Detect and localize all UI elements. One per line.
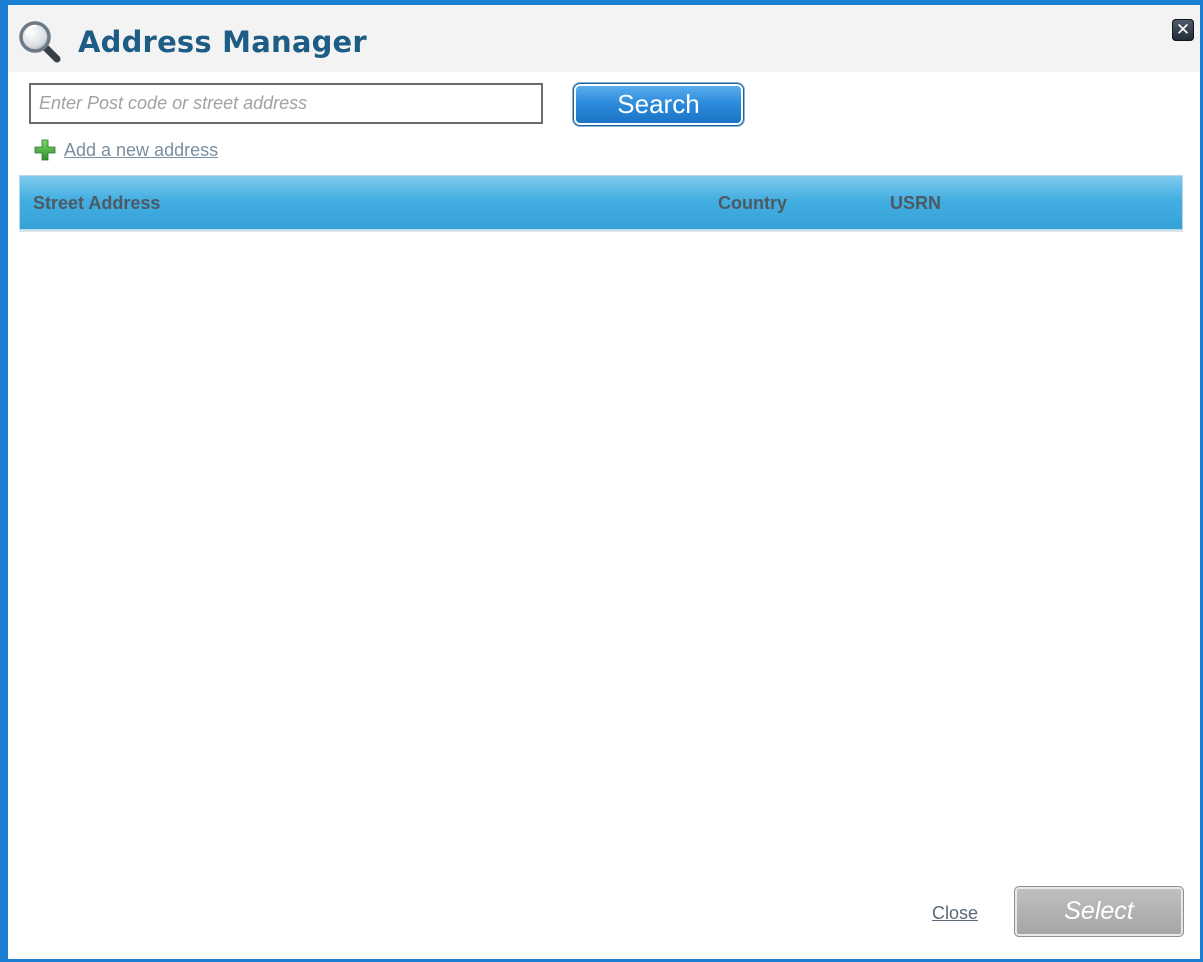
plus-icon (34, 139, 56, 161)
magnifier-icon (19, 21, 61, 63)
add-new-address-label: Add a new address (64, 139, 219, 160)
close-x-icon[interactable]: ✕ (1172, 19, 1194, 41)
select-button[interactable]: Select (1014, 886, 1184, 937)
results-table-header: Street Address Country USRN (19, 175, 1183, 230)
add-new-address-link[interactable]: Add a new address (34, 139, 218, 161)
close-x-glyph: ✕ (1175, 20, 1191, 39)
dialog-title: Address Manager (78, 25, 367, 59)
column-header-usrn[interactable]: USRN (890, 193, 941, 214)
column-header-street-address[interactable]: Street Address (33, 193, 160, 214)
search-input[interactable] (29, 83, 543, 124)
column-header-country[interactable]: Country (718, 193, 787, 214)
close-link[interactable]: Close (932, 903, 978, 924)
dialog-titlebar: Address Manager ✕ (8, 5, 1200, 72)
address-manager-dialog: Address Manager ✕ Search Add a new addre… (0, 0, 1203, 962)
search-button[interactable]: Search (573, 83, 744, 126)
